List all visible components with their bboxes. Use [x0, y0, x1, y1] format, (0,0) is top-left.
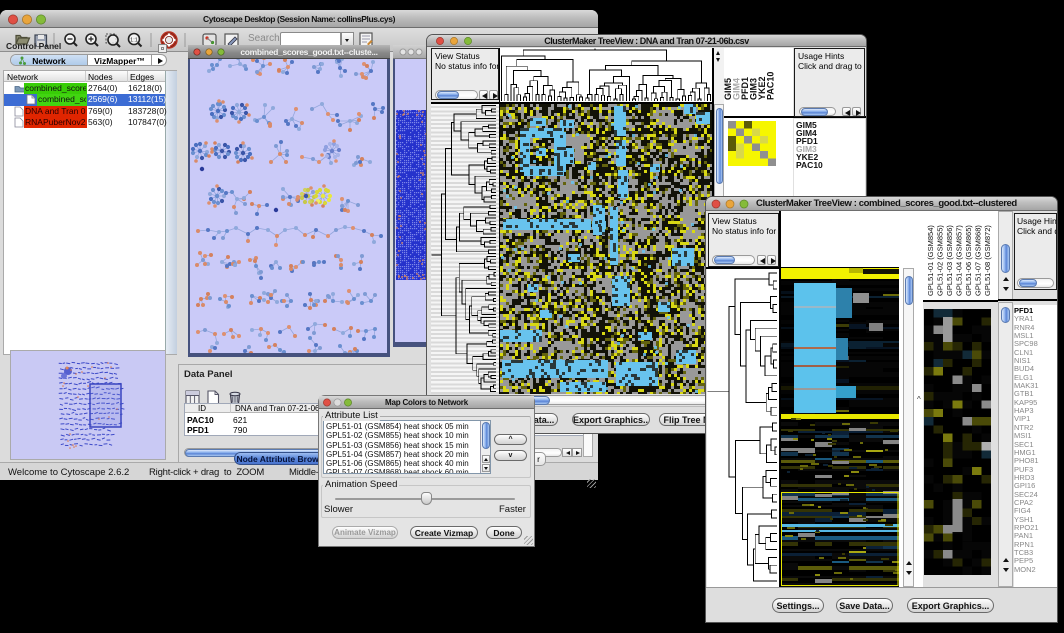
svg-text:1:1: 1:1: [130, 38, 138, 44]
svg-text:GPL51-08 (GSM872): GPL51-08 (GSM872): [983, 225, 992, 296]
svg-text:PAC10: PAC10: [766, 72, 776, 100]
svg-text:GPL51-07 (GSM868): GPL51-07 (GSM868): [974, 225, 983, 296]
svg-text:GPL51-01 (GSM854): GPL51-01 (GSM854): [926, 225, 935, 296]
svg-text:GPL51-04 (GSM857): GPL51-04 (GSM857): [955, 225, 964, 296]
svg-text:GPL51-02 (GSM855): GPL51-02 (GSM855): [936, 225, 945, 296]
svg-text:GPL51-06 (GSM865): GPL51-06 (GSM865): [964, 225, 973, 296]
svg-text:GPL51-03 (GSM856): GPL51-03 (GSM856): [945, 225, 954, 296]
